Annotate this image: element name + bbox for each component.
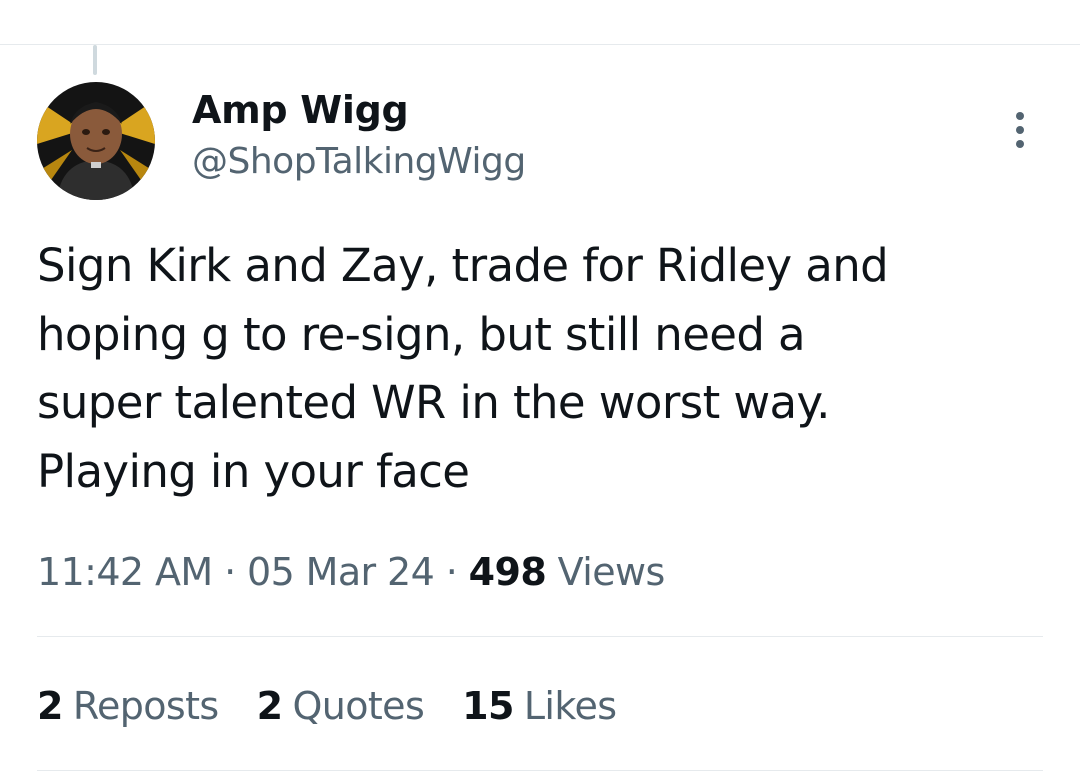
reposts-count: 2	[37, 684, 63, 728]
tweet-meta: 11:42 AM · 05 Mar 24 · 498 Views	[37, 550, 665, 594]
views-label[interactable]: Views	[558, 550, 666, 594]
tweet-detail-view: Amp Wigg @ShopTalkingWigg Sign Kirk and …	[0, 0, 1080, 773]
quotes-stat[interactable]: 2 Quotes	[257, 684, 425, 728]
quotes-label: Quotes	[292, 684, 425, 728]
stats-divider-top	[37, 636, 1043, 637]
stats-divider-bottom	[37, 770, 1043, 771]
meta-separator: ·	[445, 550, 458, 594]
more-options-button[interactable]	[1000, 108, 1040, 152]
meta-separator: ·	[224, 550, 236, 594]
quotes-count: 2	[256, 684, 283, 728]
author-handle[interactable]: @ShopTalkingWigg	[192, 141, 526, 182]
tweet-text-line: hoping g to re-sign, but still need a	[37, 307, 806, 361]
more-vertical-icon-dot	[1016, 140, 1024, 148]
tweet-text-line: Playing in your face	[37, 444, 470, 498]
reposts-stat[interactable]: 2 Reposts	[37, 684, 219, 728]
more-vertical-icon	[1016, 112, 1024, 120]
tweet-text-line: Sign Kirk and Zay, trade for Ridley and	[37, 239, 889, 292]
tweet-text: Sign Kirk and Zay, trade for Ridley and …	[37, 232, 1047, 506]
tweet-date[interactable]: 05 Mar 24	[247, 550, 435, 594]
more-vertical-icon-dot	[1016, 126, 1024, 134]
avatar-image	[37, 82, 155, 200]
tweet-text-line: super talented WR in the worst way.	[37, 376, 830, 429]
likes-count: 15	[462, 684, 514, 728]
reposts-label: Reposts	[72, 684, 219, 728]
avatar[interactable]	[37, 82, 155, 200]
likes-stat[interactable]: 15 Likes	[462, 684, 617, 728]
author-display-name[interactable]: Amp Wigg	[192, 88, 409, 132]
engagement-stats: 2 Reposts 2 Quotes 15 Likes	[37, 684, 617, 728]
top-divider	[0, 44, 1080, 45]
tweet-time[interactable]: 11:42 AM	[37, 550, 213, 594]
thread-connector-line	[93, 45, 97, 75]
likes-label: Likes	[523, 684, 617, 728]
views-count[interactable]: 498	[469, 550, 547, 594]
